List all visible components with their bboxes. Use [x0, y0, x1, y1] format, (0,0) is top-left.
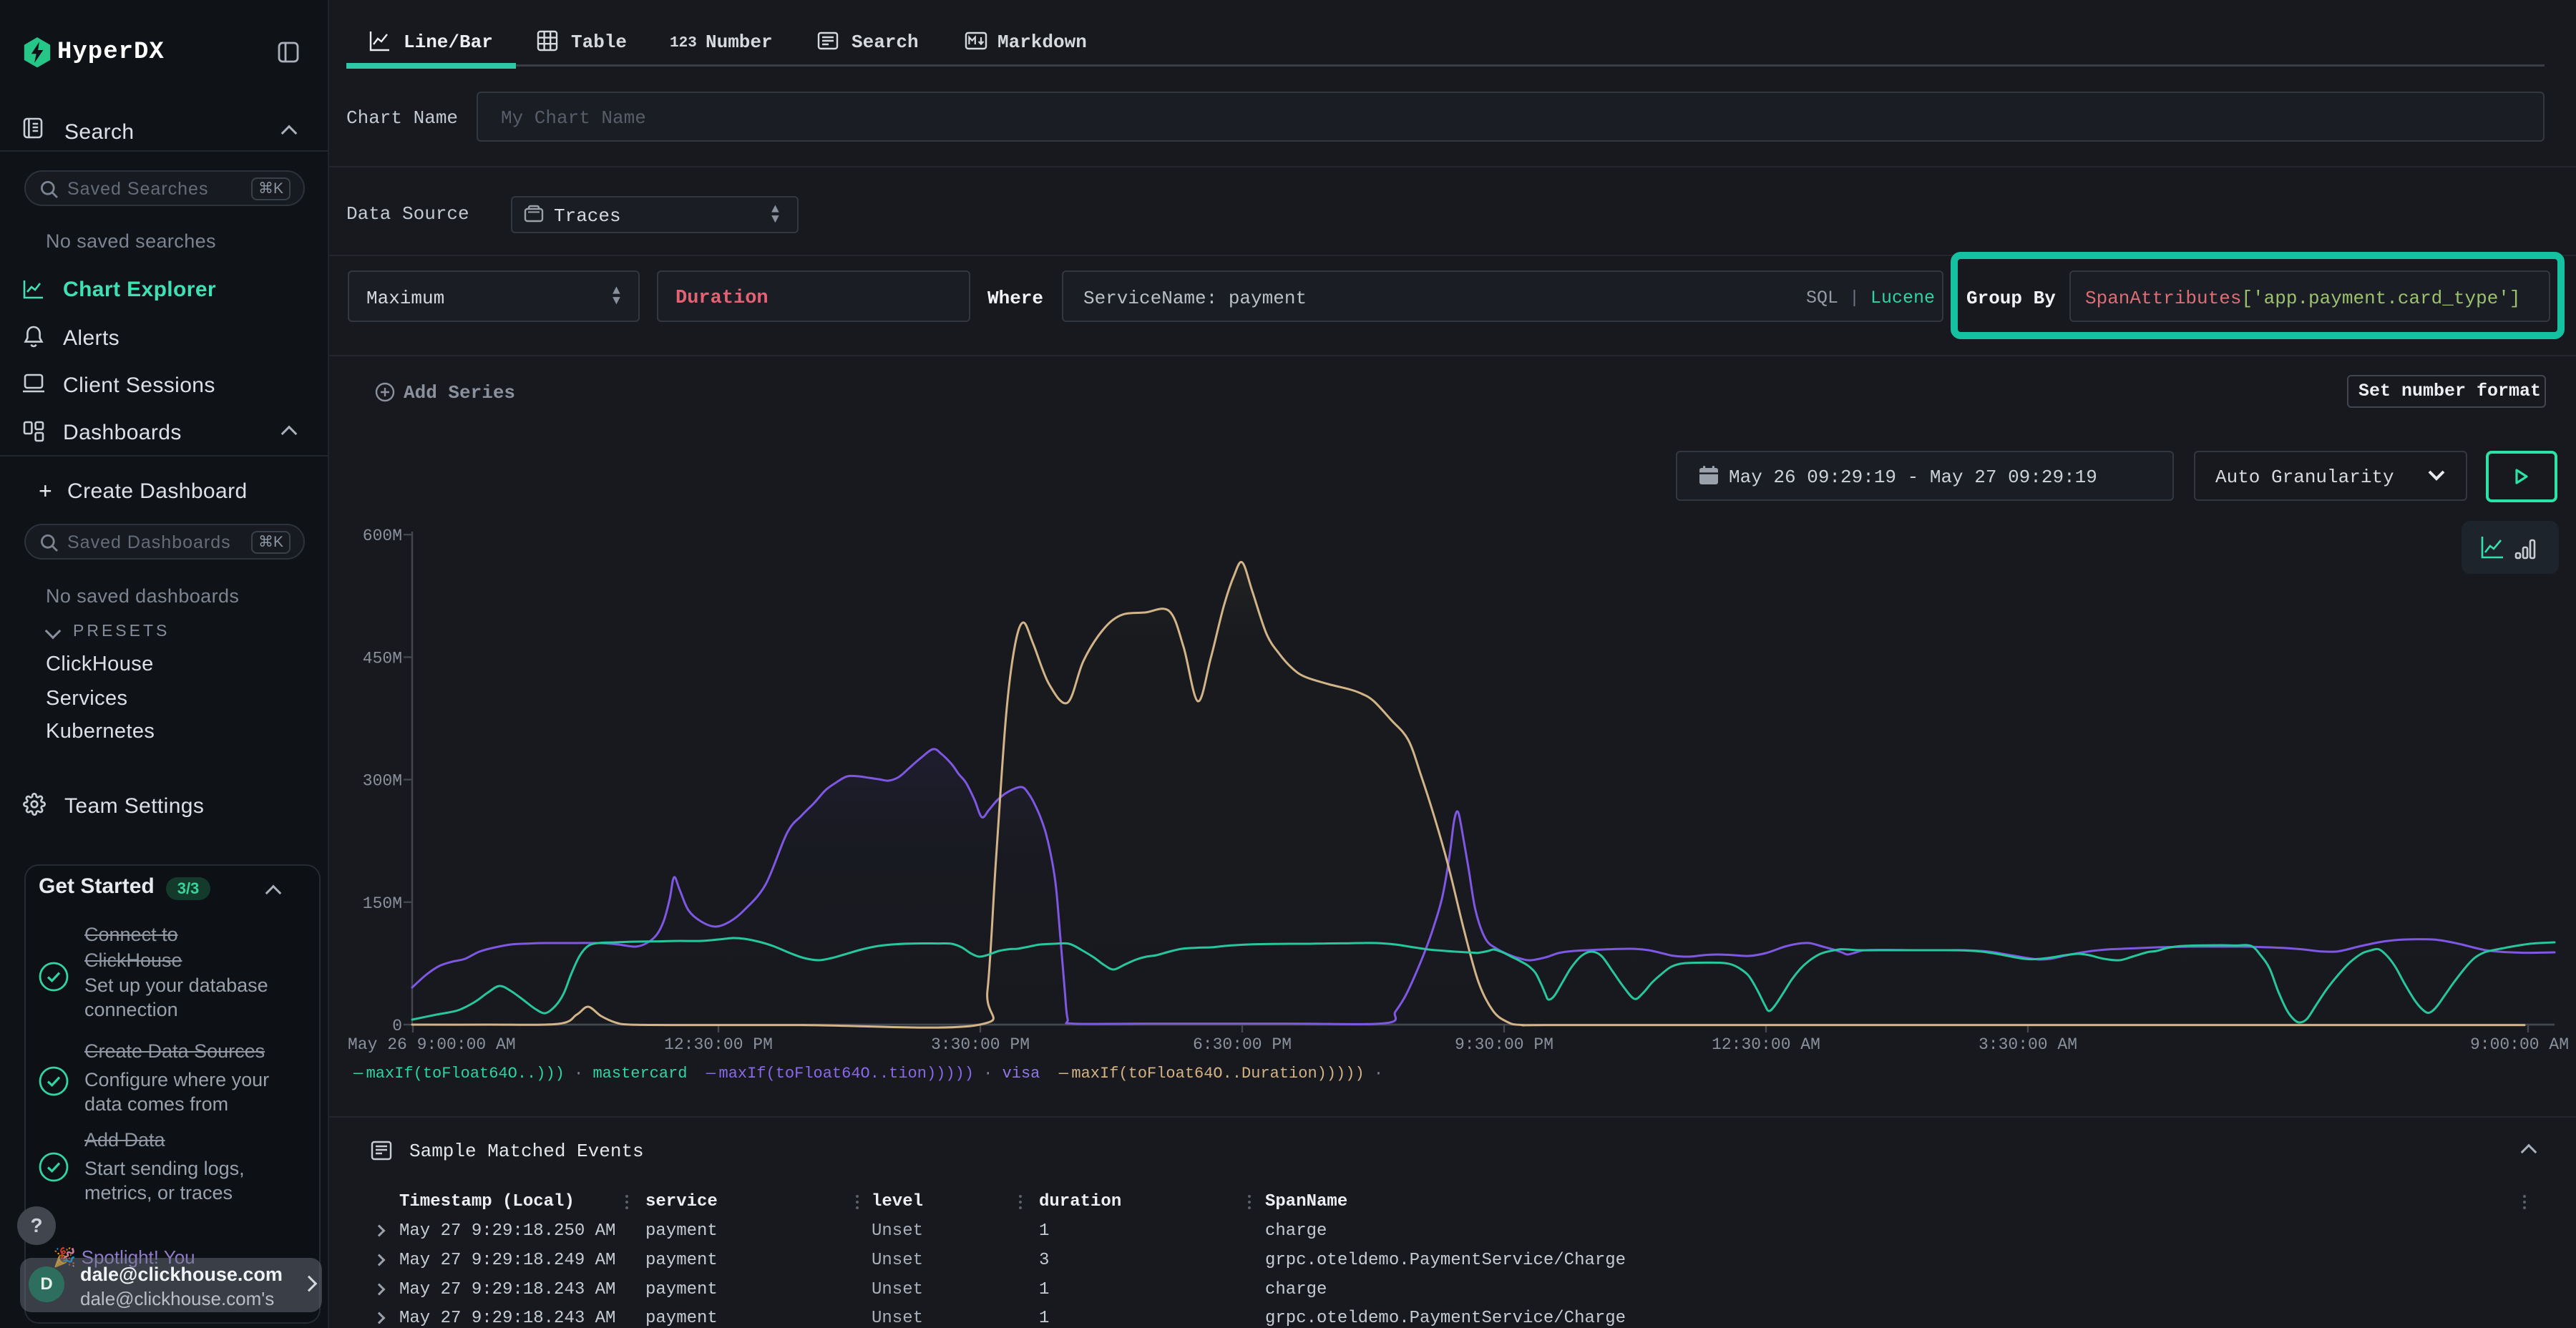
svg-text:3:30:00 AM: 3:30:00 AM	[1979, 1035, 2077, 1054]
svg-text:450M: 450M	[363, 649, 402, 668]
svg-text:12:30:00 PM: 12:30:00 PM	[664, 1035, 773, 1054]
svg-text:6:30:00 PM: 6:30:00 PM	[1193, 1035, 1292, 1054]
svg-text:600M: 600M	[363, 527, 402, 545]
svg-text:12:30:00 AM: 12:30:00 AM	[1712, 1035, 1820, 1054]
svg-text:0: 0	[392, 1017, 402, 1035]
svg-text:3:30:00 PM: 3:30:00 PM	[931, 1035, 1030, 1054]
svg-text:May 26 9:00:00 AM: May 26 9:00:00 AM	[348, 1035, 516, 1054]
svg-text:9:00:00 AM: 9:00:00 AM	[2470, 1035, 2569, 1054]
svg-text:150M: 150M	[363, 894, 402, 913]
svg-text:9:30:00 PM: 9:30:00 PM	[1455, 1035, 1553, 1054]
svg-text:300M: 300M	[363, 772, 402, 791]
